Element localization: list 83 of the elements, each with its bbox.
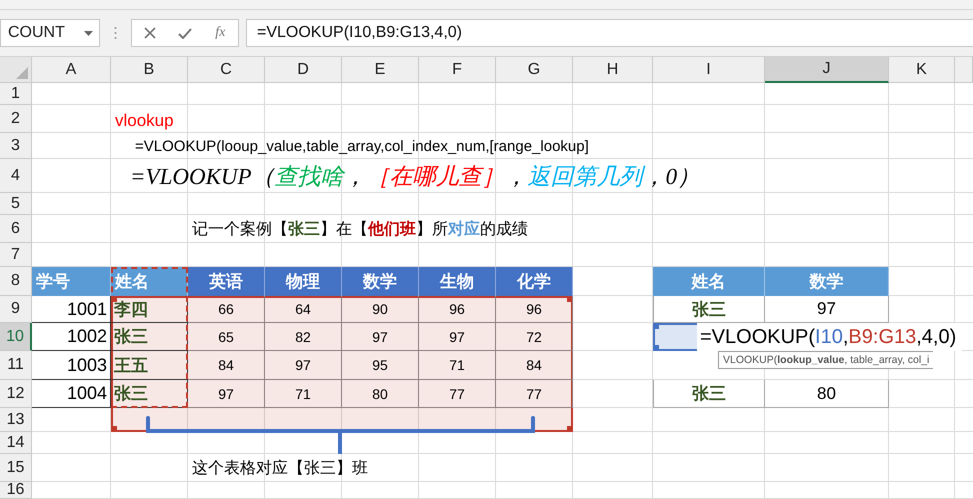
row-header[interactable]: 10 — [0, 323, 32, 351]
check-icon — [178, 28, 192, 38]
cell-text: 记一个案例【张三】在【他们班】所对应的成绩 — [191, 219, 528, 240]
row-header[interactable]: 9 — [0, 296, 32, 323]
header-cell: 物理 — [265, 267, 342, 296]
reference-range[interactable] — [111, 296, 573, 432]
table-cell: 77 — [419, 380, 496, 408]
row-header[interactable]: 3 — [0, 133, 32, 159]
row-header[interactable]: 11 — [0, 351, 32, 380]
header-cell: 数学 — [765, 267, 889, 296]
table-cell: 82 — [265, 323, 342, 351]
table-cell: 65 — [188, 323, 265, 351]
row-header[interactable]: 8 — [0, 267, 32, 296]
column-header[interactable]: G — [496, 57, 573, 83]
column-header[interactable]: A — [32, 57, 111, 83]
cell-text: =VLOOKUP(looup_value,table_array,col_index_num,[range_lookup] — [134, 136, 589, 156]
column-header[interactable]: K — [889, 57, 955, 83]
table-cell: 1004 — [32, 380, 111, 408]
table-cell: 张三 — [653, 380, 765, 408]
table-cell: 1001 — [32, 296, 111, 323]
header-cell: 数学 — [342, 267, 419, 296]
table-cell: 71 — [265, 380, 342, 408]
table-cell: 96 — [496, 296, 573, 323]
row-header[interactable]: 5 — [0, 193, 32, 215]
column-header[interactable]: J — [765, 57, 889, 83]
row-header[interactable]: 6 — [0, 215, 32, 243]
formula-input[interactable]: =VLOOKUP(I10,B9:G13,4,0) — [246, 19, 973, 47]
header-cell: 学号 — [32, 267, 111, 296]
column-header[interactable]: B — [111, 57, 188, 83]
table-cell: 97 — [342, 323, 419, 351]
column-header[interactable]: C — [188, 57, 265, 83]
table-cell: 1003 — [32, 351, 111, 380]
row-header[interactable]: 15 — [0, 454, 32, 482]
row-header[interactable]: 14 — [0, 432, 32, 454]
table-cell: 97 — [188, 380, 265, 408]
table-cell: 64 — [265, 296, 342, 323]
column-header[interactable]: H — [573, 57, 653, 83]
table-cell: 李四 — [111, 296, 188, 323]
column-header[interactable]: E — [342, 57, 419, 83]
function-tooltip: VLOOKUP(lookup_value, table_array, col_i — [718, 351, 934, 369]
table-cell: 97 — [265, 351, 342, 380]
header-cell: 姓名 — [653, 267, 765, 296]
close-icon — [144, 27, 156, 39]
table-cell: 72 — [496, 323, 573, 351]
cell-text: 这个表格对应【张三】班 — [191, 458, 368, 478]
header-cell: 英语 — [188, 267, 265, 296]
row-header[interactable]: 12 — [0, 380, 32, 408]
table-cell: 97 — [419, 323, 496, 351]
table-cell: 90 — [342, 296, 419, 323]
table-cell: 71 — [419, 351, 496, 380]
row-header[interactable]: 2 — [0, 105, 32, 133]
table-cell: 95 — [342, 351, 419, 380]
table-cell: 77 — [496, 380, 573, 408]
table-cell: 王五 — [111, 351, 188, 380]
table-cell: 66 — [188, 296, 265, 323]
row-header[interactable]: 7 — [0, 243, 32, 267]
cell-text: vlookup — [114, 110, 174, 132]
cell-editor[interactable]: =VLOOKUP(I10,B9:G13,4,0) — [697, 323, 962, 351]
header-cell: 生物 — [419, 267, 496, 296]
header-cell: 姓名 — [111, 267, 188, 296]
name-box[interactable]: COUNT — [0, 19, 100, 47]
header-cell: 化学 — [496, 267, 573, 296]
table-cell: 80 — [342, 380, 419, 408]
table-cell: 张三 — [111, 323, 188, 351]
dropdown-caret-icon — [84, 30, 93, 36]
reference-range[interactable] — [653, 323, 697, 351]
row-header[interactable]: 4 — [0, 159, 32, 193]
table-cell: 84 — [496, 351, 573, 380]
column-header[interactable]: D — [265, 57, 342, 83]
table-cell: 80 — [765, 380, 889, 408]
grip-icon — [114, 26, 117, 40]
table-cell: 84 — [188, 351, 265, 380]
table-cell: 1002 — [32, 323, 111, 351]
column-header[interactable]: F — [419, 57, 496, 83]
triangle-icon — [16, 67, 28, 79]
row-header[interactable]: 1 — [0, 83, 32, 105]
row-header[interactable]: 13 — [0, 408, 32, 432]
column-header[interactable]: I — [653, 57, 765, 83]
table-cell: 张三 — [111, 380, 188, 408]
insert-function-button[interactable]: fx — [209, 23, 232, 43]
cell-text: =VLOOKUP（查找啥，［在哪儿查］，返回第几列，0） — [129, 162, 700, 190]
row-header[interactable]: 16 — [0, 482, 32, 499]
table-cell: 96 — [419, 296, 496, 323]
